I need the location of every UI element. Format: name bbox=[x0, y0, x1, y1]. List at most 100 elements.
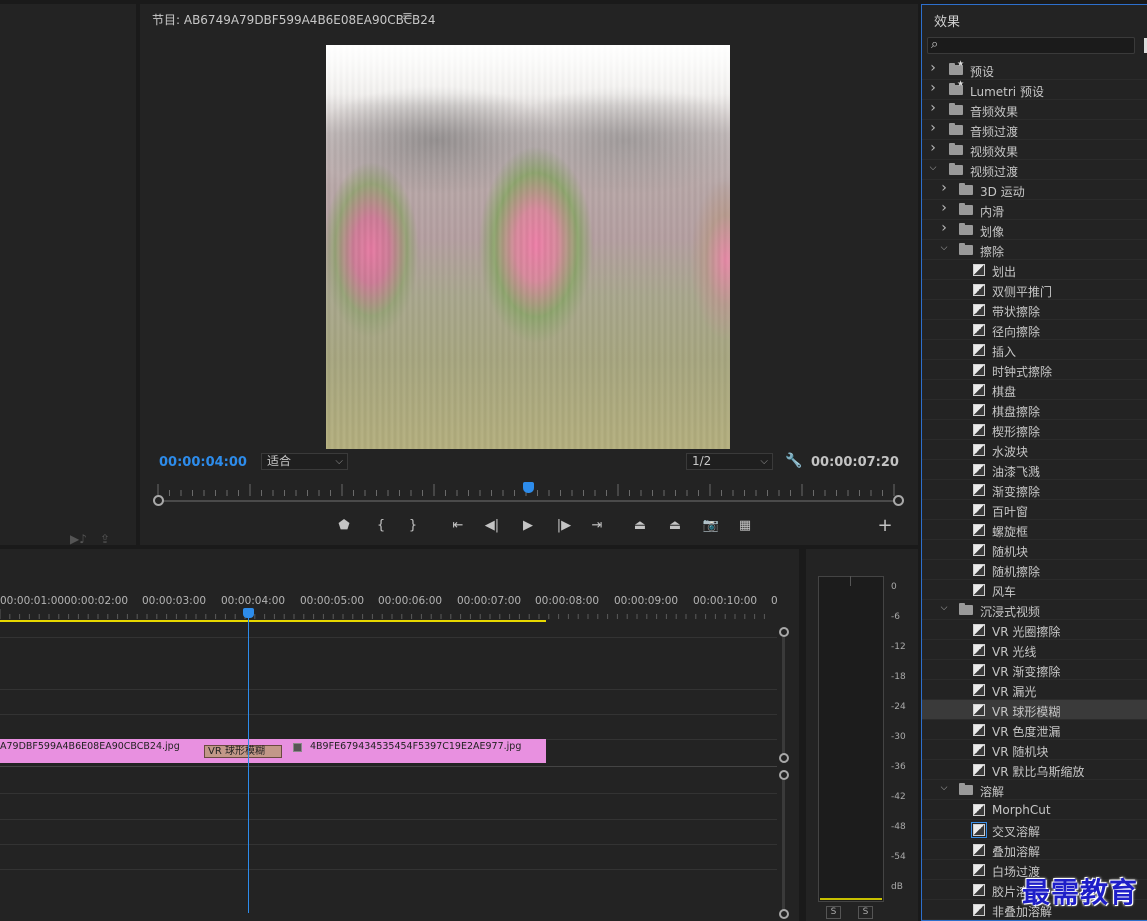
effects-panel-title[interactable]: 效果 bbox=[934, 11, 960, 30]
chevron-right-icon[interactable]: › bbox=[939, 200, 949, 216]
chevron-right-icon[interactable]: › bbox=[928, 80, 938, 96]
transition-icon bbox=[973, 564, 985, 576]
chevron-down-icon[interactable]: ⌵ bbox=[939, 603, 949, 613]
scrub-end-handle[interactable] bbox=[893, 495, 904, 506]
go-to-in-icon[interactable]: ⇤ bbox=[447, 517, 469, 535]
effects-item[interactable]: 叠加溶解 bbox=[922, 840, 1147, 860]
effects-folder[interactable]: › 视频效果 bbox=[922, 140, 1147, 160]
step-back-icon[interactable]: ◀| bbox=[481, 517, 503, 535]
chevron-down-icon[interactable]: ⌵ bbox=[939, 783, 949, 793]
add-marker-icon[interactable]: ⬟ bbox=[333, 517, 355, 535]
effects-item[interactable]: VR 光圈擦除 bbox=[922, 620, 1147, 640]
mark-out-icon[interactable]: } bbox=[402, 517, 424, 535]
timeline-ruler[interactable] bbox=[0, 609, 770, 619]
effects-item[interactable]: 水波块 bbox=[922, 440, 1147, 460]
panel-menu-icon[interactable]: ≡ bbox=[402, 9, 413, 24]
transition-icon bbox=[973, 744, 985, 756]
chevron-right-icon[interactable]: › bbox=[939, 180, 949, 196]
effects-item[interactable]: 渐变擦除 bbox=[922, 480, 1147, 500]
effects-item[interactable]: VR 默比乌斯缩放 bbox=[922, 760, 1147, 780]
effects-folder[interactable]: › 3D 运动 bbox=[922, 180, 1147, 200]
chevron-down-icon[interactable]: ⌵ bbox=[939, 243, 949, 253]
panel-edge-marker bbox=[0, 12, 4, 18]
effects-search-box[interactable]: ⌕ bbox=[927, 37, 1135, 54]
effects-folder-label: 音频过渡 bbox=[970, 125, 1019, 139]
chevron-right-icon[interactable]: › bbox=[928, 140, 938, 156]
effects-item[interactable]: 双侧平推门 bbox=[922, 280, 1147, 300]
effects-item[interactable]: 风车 bbox=[922, 580, 1147, 600]
effects-item[interactable]: VR 漏光 bbox=[922, 680, 1147, 700]
effects-item[interactable]: VR 球形模糊 bbox=[922, 700, 1147, 720]
transition-clip[interactable]: VR 球形模糊 bbox=[204, 745, 282, 758]
effects-item-label: VR 球形模糊 bbox=[992, 705, 1061, 719]
transition-icon bbox=[973, 584, 985, 596]
effects-folder[interactable]: › 预设 bbox=[922, 59, 1147, 80]
program-playhead[interactable] bbox=[523, 482, 534, 493]
effects-folder[interactable]: › 音频效果 bbox=[922, 100, 1147, 120]
video-scrollbar[interactable] bbox=[782, 637, 785, 757]
export-icon[interactable]: ⇪ bbox=[100, 532, 116, 545]
effects-item[interactable]: 划出 bbox=[922, 260, 1147, 280]
timeline-playhead[interactable] bbox=[243, 608, 254, 618]
effects-item[interactable]: 径向擦除 bbox=[922, 320, 1147, 340]
effects-item[interactable]: 带状擦除 bbox=[922, 300, 1147, 320]
effects-folder[interactable]: › 内滑 bbox=[922, 200, 1147, 220]
effects-item[interactable]: VR 色度泄漏 bbox=[922, 720, 1147, 740]
go-to-out-icon[interactable]: ⇥ bbox=[586, 517, 608, 535]
solo-left-button[interactable]: S bbox=[826, 906, 841, 919]
chevron-right-icon[interactable]: › bbox=[928, 60, 938, 76]
comparison-view-icon[interactable]: ▦ bbox=[734, 517, 756, 535]
effects-item[interactable]: 楔形擦除 bbox=[922, 420, 1147, 440]
effects-item[interactable]: 百叶窗 bbox=[922, 500, 1147, 520]
effects-item[interactable]: 随机擦除 bbox=[922, 560, 1147, 580]
db-scale-label: -12 bbox=[891, 642, 906, 652]
lift-icon[interactable]: ⏏ bbox=[629, 517, 651, 535]
scroll-handle-bottom[interactable] bbox=[779, 753, 789, 763]
scroll-handle-top[interactable] bbox=[779, 627, 789, 637]
play-icon[interactable]: ▶ bbox=[517, 517, 539, 535]
chevron-right-icon[interactable]: › bbox=[939, 220, 949, 236]
effects-item[interactable]: 插入 bbox=[922, 340, 1147, 360]
scroll-handle-bottom[interactable] bbox=[779, 909, 789, 919]
effects-search-input[interactable] bbox=[948, 39, 1128, 52]
effects-item[interactable]: 螺旋框 bbox=[922, 520, 1147, 540]
audio-scrollbar[interactable] bbox=[782, 779, 785, 914]
add-button-icon[interactable]: + bbox=[874, 517, 896, 535]
effects-folder-label: 视频过渡 bbox=[970, 165, 1019, 179]
extract-icon[interactable]: ⏏ bbox=[664, 517, 686, 535]
effects-item[interactable]: 时钟式擦除 bbox=[922, 360, 1147, 380]
folder-icon bbox=[959, 603, 973, 615]
effects-item[interactable]: 油漆飞溅 bbox=[922, 460, 1147, 480]
effects-item[interactable]: VR 光线 bbox=[922, 640, 1147, 660]
mark-in-icon[interactable]: { bbox=[370, 517, 392, 535]
work-area-bar[interactable] bbox=[0, 620, 546, 622]
scrub-start-handle[interactable] bbox=[153, 495, 164, 506]
effects-folder[interactable]: › 划像 bbox=[922, 220, 1147, 240]
camera-icon[interactable]: 📷 bbox=[700, 517, 722, 535]
chevron-down-icon[interactable]: ⌵ bbox=[928, 163, 938, 173]
insert-audio-icon[interactable]: ▶♪ bbox=[70, 532, 87, 545]
effects-folder[interactable]: › Lumetri 预设 bbox=[922, 79, 1147, 100]
resolution-select[interactable]: 1/2 ⌵ bbox=[686, 453, 773, 470]
step-forward-icon[interactable]: |▶ bbox=[553, 517, 575, 535]
chevron-right-icon[interactable]: › bbox=[928, 100, 938, 116]
effects-item[interactable]: 交叉溶解 bbox=[922, 820, 1147, 840]
effects-item[interactable]: 棋盘擦除 bbox=[922, 400, 1147, 420]
program-scrub-track[interactable] bbox=[158, 500, 898, 502]
effects-item[interactable]: VR 随机块 bbox=[922, 740, 1147, 760]
scroll-handle-top[interactable] bbox=[779, 770, 789, 780]
effects-item[interactable]: VR 渐变擦除 bbox=[922, 660, 1147, 680]
effects-item[interactable]: 棋盘 bbox=[922, 380, 1147, 400]
chevron-right-icon[interactable]: › bbox=[928, 120, 938, 136]
zoom-select[interactable]: 适合 ⌵ bbox=[261, 453, 348, 470]
effects-folder[interactable]: ⌵ 沉浸式视频 bbox=[922, 600, 1147, 620]
effects-item[interactable]: 随机块 bbox=[922, 540, 1147, 560]
effects-item[interactable]: MorphCut bbox=[922, 800, 1147, 820]
effects-folder[interactable]: › 音频过渡 bbox=[922, 120, 1147, 140]
current-timecode[interactable]: 00:00:04:00 bbox=[159, 455, 247, 470]
effects-folder[interactable]: ⌵ 擦除 bbox=[922, 240, 1147, 260]
solo-right-button[interactable]: S bbox=[858, 906, 873, 919]
effects-folder[interactable]: ⌵ 溶解 bbox=[922, 780, 1147, 800]
wrench-icon[interactable]: 🔧 bbox=[785, 453, 802, 469]
effects-folder[interactable]: ⌵ 视频过渡 bbox=[922, 160, 1147, 180]
